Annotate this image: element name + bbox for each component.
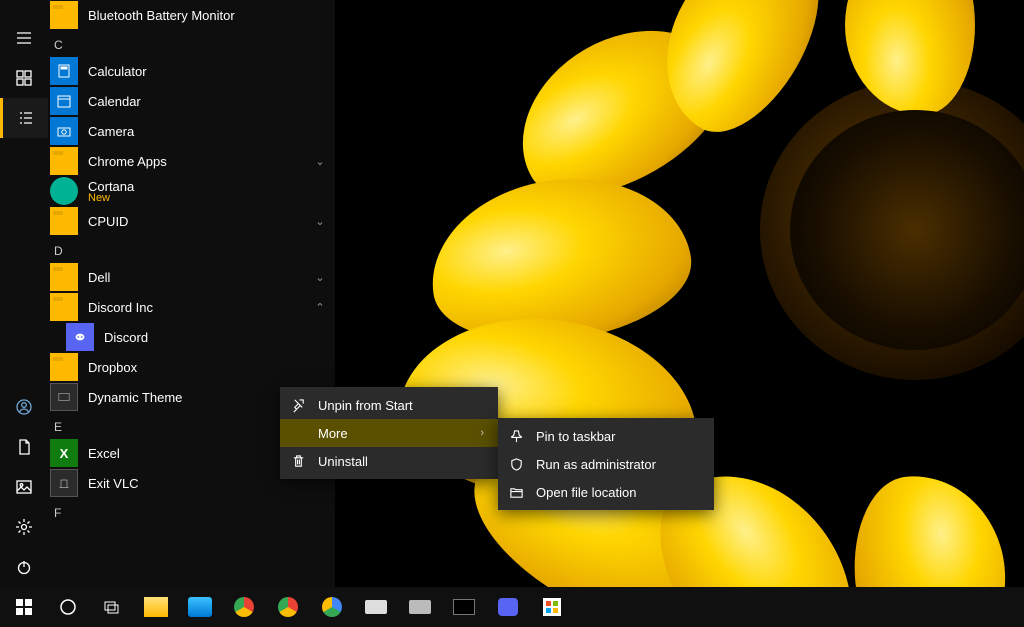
cortana-icon xyxy=(50,177,78,205)
taskbar-cmd[interactable] xyxy=(442,587,486,627)
ctx-open-file-location[interactable]: Open file location xyxy=(498,478,714,506)
rail-documents[interactable] xyxy=(0,427,48,467)
calendar-icon xyxy=(50,87,78,115)
ctx-uninstall[interactable]: Uninstall xyxy=(280,447,498,475)
rail-all-apps[interactable] xyxy=(0,98,48,138)
start-rail xyxy=(0,0,48,587)
taskbar-store[interactable] xyxy=(530,587,574,627)
taskbar-edge[interactable] xyxy=(178,587,222,627)
app-discord[interactable]: Discord xyxy=(48,322,335,352)
ctx-label: Open file location xyxy=(536,485,636,500)
theme-icon xyxy=(50,383,78,411)
ctx-label: Run as administrator xyxy=(536,457,656,472)
folder-icon xyxy=(50,293,78,321)
section-letter-d[interactable]: D xyxy=(48,236,335,262)
pin-icon xyxy=(508,428,524,444)
rail-menu[interactable] xyxy=(0,18,48,58)
excel-icon: X xyxy=(50,439,78,467)
folder-icon xyxy=(50,207,78,235)
cortana-button[interactable] xyxy=(46,587,90,627)
app-label: Calculator xyxy=(88,64,335,79)
app-bluetooth-battery-monitor[interactable]: Bluetooth Battery Monitor xyxy=(48,0,335,30)
ctx-label: More xyxy=(318,426,348,441)
folder-icon xyxy=(50,147,78,175)
section-letter-f[interactable]: F xyxy=(48,498,335,524)
rail-productivity[interactable] xyxy=(0,58,48,98)
folder-open-icon xyxy=(508,484,524,500)
folder-icon xyxy=(50,353,78,381)
app-dell[interactable]: Dell ⌄ xyxy=(48,262,335,292)
app-discord-inc[interactable]: Discord Inc ⌃ xyxy=(48,292,335,322)
calculator-icon xyxy=(50,57,78,85)
chevron-right-icon: › xyxy=(480,427,484,439)
app-label: Dropbox xyxy=(88,360,335,375)
ctx-more[interactable]: More › xyxy=(280,419,498,447)
app-label: Discord Inc xyxy=(88,300,295,315)
context-menu: Unpin from Start More › Uninstall xyxy=(280,387,498,479)
context-submenu-more: Pin to taskbar Run as administrator Open… xyxy=(498,418,714,510)
ctx-run-as-administrator[interactable]: Run as administrator xyxy=(498,450,714,478)
ctx-label: Unpin from Start xyxy=(318,398,413,413)
taskbar-chrome-canary[interactable] xyxy=(310,587,354,627)
app-label: Bluetooth Battery Monitor xyxy=(88,8,335,23)
discord-icon xyxy=(66,323,94,351)
ctx-pin-to-taskbar[interactable]: Pin to taskbar xyxy=(498,422,714,450)
shield-icon xyxy=(508,456,524,472)
ctx-label: Uninstall xyxy=(318,454,368,469)
camera-icon xyxy=(50,117,78,145)
ctx-label: Pin to taskbar xyxy=(536,429,616,444)
app-label: Camera xyxy=(88,124,335,139)
chevron-down-icon: ⌄ xyxy=(305,271,335,284)
taskbar-app-2[interactable] xyxy=(398,587,442,627)
chevron-up-icon: ⌃ xyxy=(305,301,335,314)
taskbar-explorer[interactable] xyxy=(134,587,178,627)
app-label: Chrome Apps xyxy=(88,154,295,169)
taskbar-app-1[interactable] xyxy=(354,587,398,627)
rail-user[interactable] xyxy=(0,387,48,427)
rail-pictures[interactable] xyxy=(0,467,48,507)
folder-icon xyxy=(50,1,78,29)
app-cortana[interactable]: CortanaNew xyxy=(48,176,335,206)
section-letter-c[interactable]: C xyxy=(48,30,335,56)
start-menu: Bluetooth Battery Monitor C Calculator C… xyxy=(0,0,335,587)
app-label: Calendar xyxy=(88,94,335,109)
task-view-button[interactable] xyxy=(90,587,134,627)
rail-settings[interactable] xyxy=(0,507,48,547)
app-camera[interactable]: Camera xyxy=(48,116,335,146)
app-label: Discord xyxy=(104,330,335,345)
taskbar-chrome-1[interactable] xyxy=(222,587,266,627)
app-cpuid[interactable]: CPUID ⌄ xyxy=(48,206,335,236)
all-apps-list[interactable]: Bluetooth Battery Monitor C Calculator C… xyxy=(48,0,335,587)
ctx-unpin-from-start[interactable]: Unpin from Start xyxy=(280,391,498,419)
app-label: CPUID xyxy=(88,214,295,229)
app-calculator[interactable]: Calculator xyxy=(48,56,335,86)
rail-power[interactable] xyxy=(0,547,48,587)
app-chrome-apps[interactable]: Chrome Apps ⌄ xyxy=(48,146,335,176)
blank-icon xyxy=(290,425,306,441)
taskbar-discord[interactable] xyxy=(486,587,530,627)
start-button[interactable] xyxy=(2,587,46,627)
vlc-icon xyxy=(50,469,78,497)
taskbar xyxy=(0,587,1024,627)
trash-icon xyxy=(290,453,306,469)
app-label: Dell xyxy=(88,270,295,285)
app-dropbox[interactable]: Dropbox xyxy=(48,352,335,382)
app-calendar[interactable]: Calendar xyxy=(48,86,335,116)
taskbar-chrome-2[interactable] xyxy=(266,587,310,627)
app-label: CortanaNew xyxy=(88,179,335,204)
chevron-down-icon: ⌄ xyxy=(305,215,335,228)
folder-icon xyxy=(50,263,78,291)
unpin-icon xyxy=(290,397,306,413)
chevron-down-icon: ⌄ xyxy=(305,155,335,168)
